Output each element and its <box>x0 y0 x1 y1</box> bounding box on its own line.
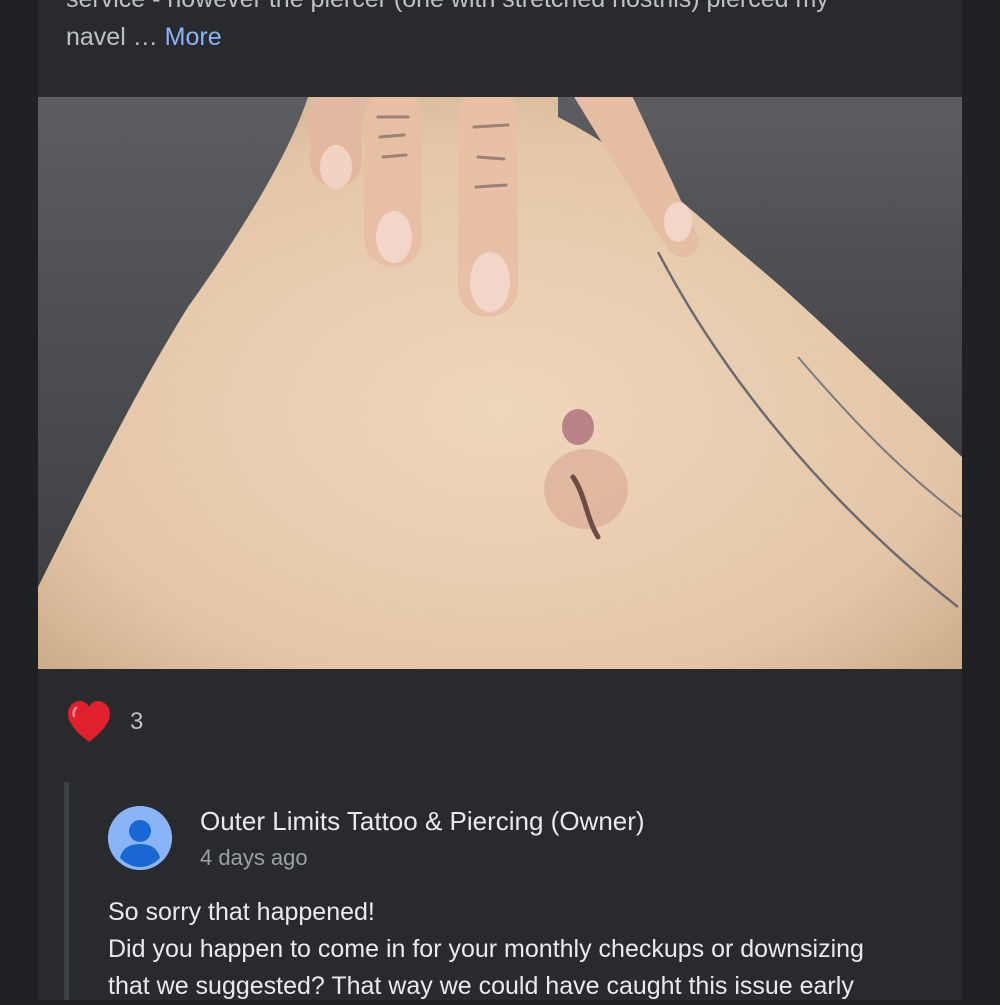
owner-name[interactable]: Outer Limits Tattoo & Piercing (Owner) <box>200 806 645 837</box>
reaction-count: 3 <box>130 708 144 735</box>
person-icon <box>108 806 172 870</box>
review-text-line: service - however the piercer (one with … <box>66 0 946 18</box>
owner-reply-text: So sorry that happened! Did you happen t… <box>108 894 958 1005</box>
review-text: service - however the piercer (one with … <box>66 0 946 56</box>
more-link[interactable]: More <box>165 23 222 51</box>
reply-line: Did you happen to come in for your month… <box>108 935 864 963</box>
review-photo[interactable] <box>38 97 962 669</box>
review-text-line: navel … More <box>66 18 946 56</box>
reply-date: 4 days ago <box>200 845 308 870</box>
reply-divider <box>64 782 69 1000</box>
reply-line: So sorry that happened! <box>108 898 375 926</box>
review-photo-image <box>38 97 962 669</box>
heart-icon[interactable] <box>66 700 112 744</box>
review-text-tail: navel … <box>66 23 158 51</box>
reactions-bar: 3 <box>66 700 143 744</box>
reply-line: that we suggested? That way we could hav… <box>108 972 854 1000</box>
owner-avatar[interactable] <box>108 806 172 870</box>
